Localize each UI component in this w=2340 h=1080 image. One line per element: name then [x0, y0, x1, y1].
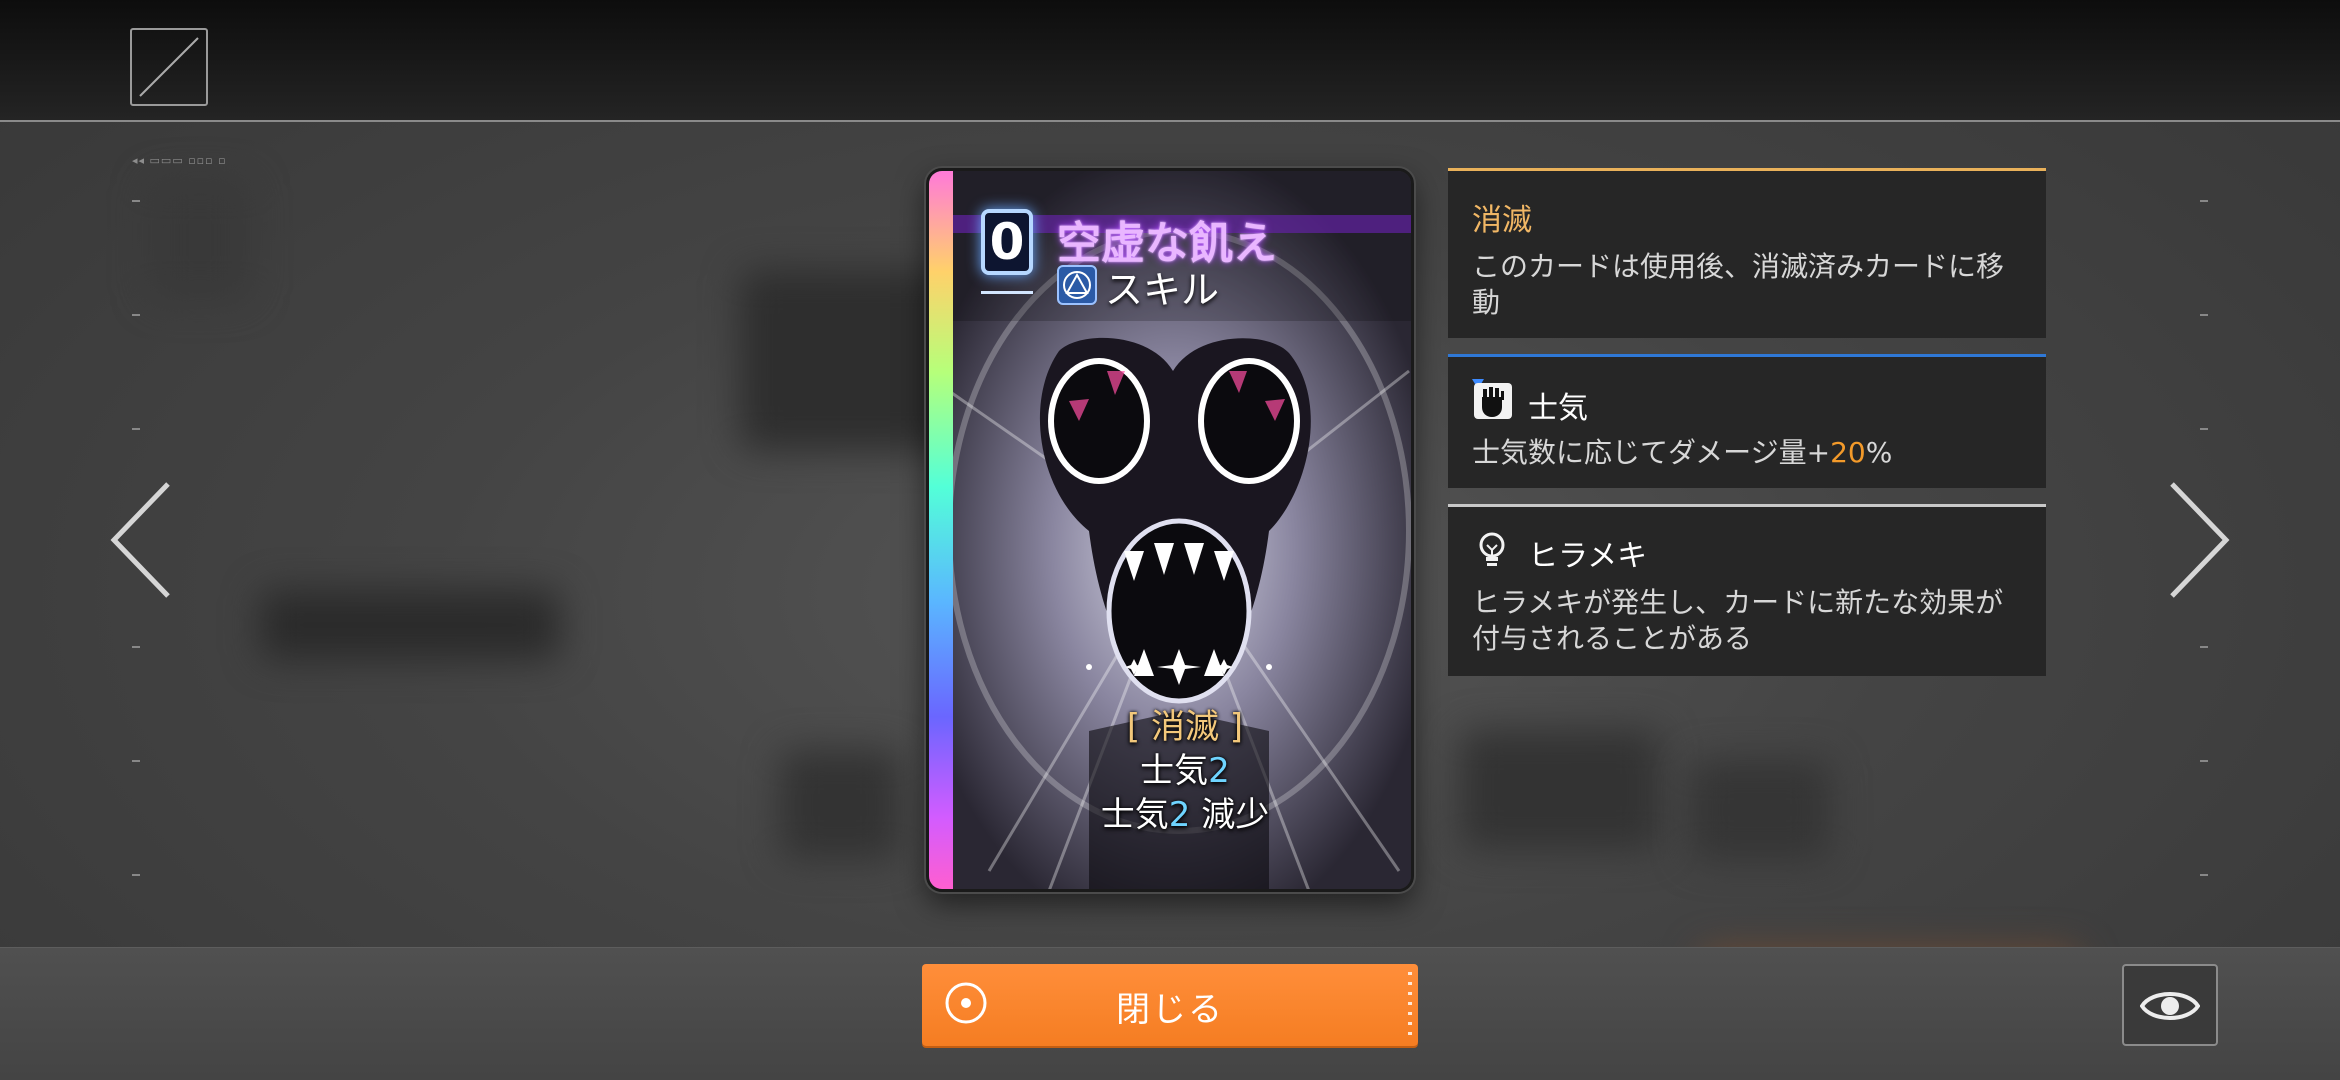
info-panel-title: 士気 [1528, 391, 1588, 426]
cost-underline [981, 291, 1033, 294]
info-panel-morale: 士気 士気数に応じてダメージ量+20% [1448, 354, 2046, 488]
morale-fist-icon [1470, 377, 1514, 421]
menu-box-icon[interactable] [130, 28, 208, 106]
info-panel-description: ヒラメキが発生し、カードに新たな効果が付与されることがある [1472, 586, 2004, 655]
info-panel-description: このカードは使用後、消滅済みカードに移動 [1472, 250, 2005, 319]
card-effect-line-1: 士気2 [1140, 751, 1230, 791]
info-panel-description: 士気数に応じてダメージ量+20% [1472, 436, 1893, 469]
card-effect-line-2: 士気2 減少 [1100, 795, 1270, 835]
chevron-right-icon[interactable] [2162, 480, 2232, 600]
card-cost: 0 [981, 209, 1033, 275]
view-card-button[interactable] [2122, 964, 2218, 1046]
card-type: スキル [1105, 268, 1220, 312]
info-panel-inspiration: ヒラメキ ヒラメキが発生し、カードに新たな効果が付与されることがある [1448, 504, 2046, 676]
top-bar [0, 0, 2340, 122]
skill-triangle-icon [1057, 265, 1097, 305]
decorative-label: ◂◂ ▭▭▭ ▫▫▫ ▫ [132, 154, 227, 167]
chevron-left-icon[interactable] [108, 480, 178, 600]
card-keyword: [ 消滅 ] [1126, 707, 1244, 747]
rarity-stripe [929, 171, 953, 889]
skill-card[interactable]: 0 空虚な飢え スキル [ 消滅 ] 士気2 士気2 減少 [926, 168, 1414, 892]
info-panel-title: 消滅 [1472, 203, 1532, 238]
info-panel-title: ヒラメキ [1528, 539, 1648, 574]
button-edge-dots [1408, 972, 1412, 1038]
info-panel-exhaust: 消滅 このカードは使用後、消滅済みカードに移動 [1448, 168, 2046, 338]
eye-icon [2140, 992, 2200, 1020]
close-button[interactable]: 閉じる [922, 964, 1418, 1046]
close-button-label: 閉じる [1116, 990, 1224, 1030]
lightbulb-icon [1470, 527, 1514, 571]
